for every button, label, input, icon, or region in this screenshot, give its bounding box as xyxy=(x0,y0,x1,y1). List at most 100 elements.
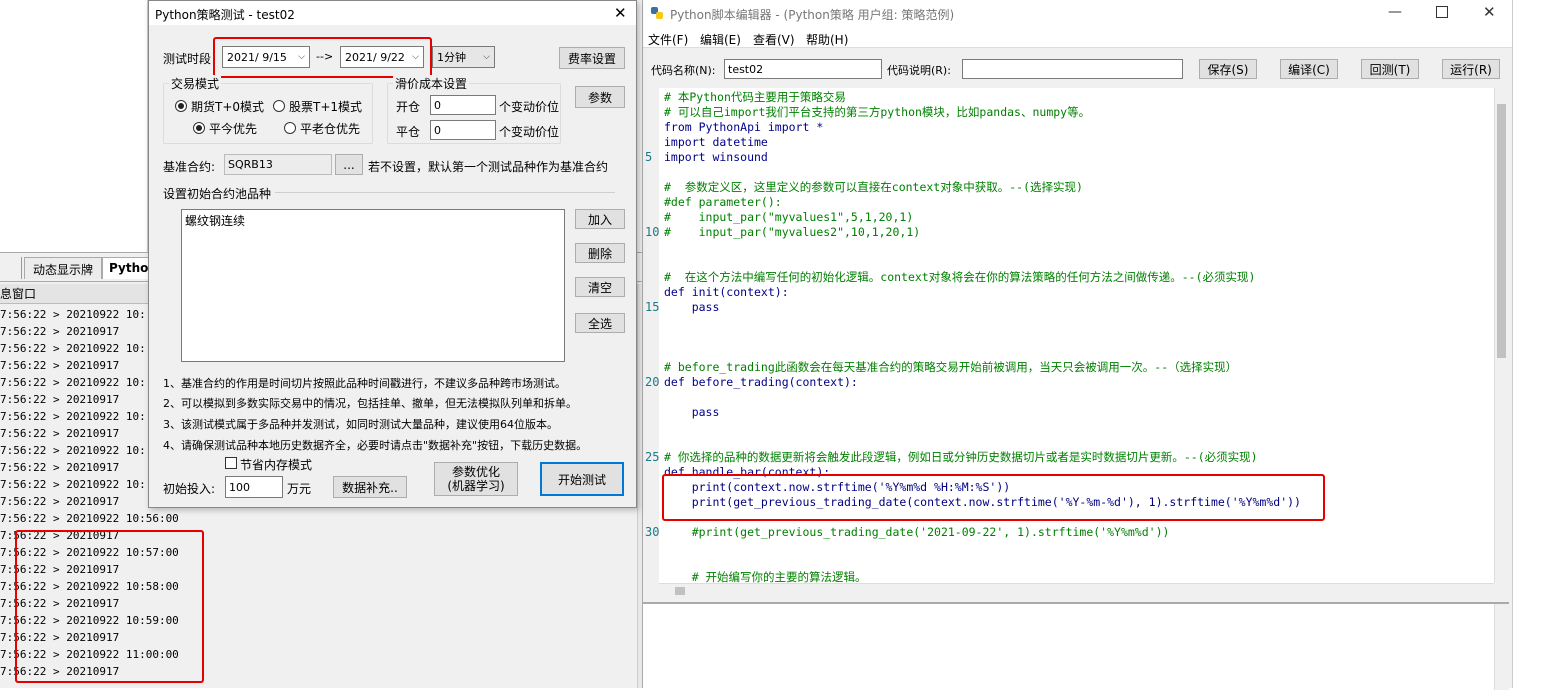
browse-button[interactable]: ... xyxy=(335,154,363,175)
right-edge-pane xyxy=(1512,0,1541,688)
output-pane[interactable] xyxy=(643,602,1509,690)
code-desc-input[interactable] xyxy=(962,59,1183,79)
compile-button[interactable]: 编译(C) xyxy=(1280,59,1338,79)
data-supplement-button[interactable]: 数据补充.. xyxy=(333,476,407,498)
minimize-icon[interactable]: — xyxy=(1388,4,1402,20)
param-optimize-line2: (机器学习) xyxy=(447,479,505,493)
end-date-picker[interactable]: 2021/ 9/22 ⌵ xyxy=(340,46,424,68)
note-4: 4、请确保测试品种本地历史数据齐全，必要时请点击"数据补充"按钮，下载历史数据。 xyxy=(163,439,588,452)
base-contract-hint: 若不设置，默认第一个测试品种作为基准合约 xyxy=(368,160,609,174)
code-line: #print(get_previous_trading_date('2021-0… xyxy=(664,525,1170,539)
dialog-titlebar: Python策略测试 - test02 ✕ xyxy=(149,1,636,25)
note-1: 1、基准合约的作用是时间切片按照此品种时间戳进行，不建议多品种跨市场测试。 xyxy=(163,377,566,390)
pool-divider xyxy=(275,192,615,193)
log-line: 7:56:22 > 20210922 11:00:00 xyxy=(0,648,179,661)
save-button[interactable]: 保存(S) xyxy=(1199,59,1257,79)
unit-wan: 万元 xyxy=(287,482,312,496)
note-3: 3、该测试模式属于多品种并发测试，如同时测试大量品种，建议使用64位版本。 xyxy=(163,418,558,431)
tab-python[interactable]: Python xyxy=(102,257,157,279)
fee-settings-button[interactable]: 费率设置 xyxy=(559,47,625,69)
tab-scroll-left[interactable] xyxy=(0,257,22,279)
log-line: 7:56:22 > 20210917 xyxy=(0,631,120,644)
base-contract-label: 基准合约: xyxy=(163,160,216,174)
start-test-button[interactable]: 开始测试 xyxy=(540,462,624,496)
close-today-radio[interactable] xyxy=(193,122,205,134)
line-number: 25 xyxy=(645,450,660,464)
maximize-icon[interactable] xyxy=(1436,6,1448,18)
close-label: 平仓 xyxy=(396,125,421,139)
code-name-label: 代码名称(N): xyxy=(651,64,716,77)
code-vertical-scrollbar[interactable] xyxy=(1494,88,1508,583)
close-icon[interactable]: ✕ xyxy=(1483,3,1496,21)
end-date-value: 2021/ 9/22 xyxy=(345,50,405,64)
open-slippage-input[interactable]: 0 xyxy=(430,95,496,115)
chevron-down-icon: ⌵ xyxy=(412,52,419,62)
initial-invest-label: 初始投入: xyxy=(163,482,216,496)
code-line: print(get_previous_trading_date(context.… xyxy=(664,495,1301,509)
param-optimize-line1: 参数优化 xyxy=(451,465,500,479)
pool-title: 设置初始合约池品种 xyxy=(163,187,272,201)
code-line: pass xyxy=(664,300,720,314)
code-desc-label: 代码说明(R): xyxy=(887,64,951,77)
close-slippage-input[interactable]: 0 xyxy=(430,120,496,140)
editor-title: Python脚本编辑器 - (Python策略 用户组: 策略范例) xyxy=(670,8,955,22)
list-item[interactable]: 螺纹钢连续 xyxy=(185,212,245,229)
mode-stock-radio[interactable] xyxy=(273,100,285,112)
log-line: 7:56:22 > 20210922 10:57:00 xyxy=(0,546,179,559)
note-2: 2、可以模拟到多数实际交易中的情况，包括挂单、撤单，但无法模拟队列单和拆单。 xyxy=(163,397,577,410)
test-period-label: 测试时段 xyxy=(163,52,212,66)
close-old-label: 平老仓优先 xyxy=(300,122,361,136)
menu-file[interactable]: 文件(F) xyxy=(648,31,688,48)
output-scrollbar[interactable] xyxy=(1494,604,1509,690)
log-line: 7:56:22 > 20210917 xyxy=(0,597,120,610)
chevron-down-icon: ⌵ xyxy=(483,52,490,62)
menu-view[interactable]: 查看(V) xyxy=(753,31,795,48)
start-date-picker[interactable]: 2021/ 9/15 ⌵ xyxy=(222,46,310,68)
backtest-button[interactable]: 回测(T) xyxy=(1361,59,1419,79)
code-horizontal-scrollbar[interactable] xyxy=(659,583,1494,597)
editor-titlebar: Python脚本编辑器 - (Python策略 用户组: 策略范例) — ✕ xyxy=(643,0,1512,28)
line-number: 30 xyxy=(645,525,660,539)
menu-help[interactable]: 帮助(H) xyxy=(806,31,848,48)
initial-invest-input[interactable]: 100 xyxy=(225,476,283,498)
python-icon xyxy=(650,6,664,20)
delete-button[interactable]: 删除 xyxy=(575,243,625,263)
code-hscroll-thumb[interactable] xyxy=(675,587,685,595)
code-name-input[interactable]: test02 xyxy=(724,59,882,79)
base-contract-input[interactable]: SQRB13 xyxy=(224,154,332,175)
tab-dynamic-board[interactable]: 动态显示牌 xyxy=(24,257,102,279)
date-range-arrow: --> xyxy=(316,50,334,63)
param-button[interactable]: 参数 xyxy=(575,86,625,108)
editor-menubar: 文件(F) 编辑(E) 查看(V) 帮助(H) xyxy=(643,28,1512,48)
chevron-down-icon: ⌵ xyxy=(298,52,305,62)
log-line: 7:56:22 > 20210917 xyxy=(0,529,120,542)
code-scroll-thumb[interactable] xyxy=(1497,104,1506,358)
clear-button[interactable]: 清空 xyxy=(575,277,625,297)
memory-mode-label: 节省内存模式 xyxy=(240,458,313,472)
mode-futures-radio[interactable] xyxy=(175,100,187,112)
mode-stock-label: 股票T+1模式 xyxy=(289,100,363,114)
code-line: from PythonApi import * xyxy=(664,120,824,134)
select-all-button[interactable]: 全选 xyxy=(575,313,625,333)
slippage-title: 滑价成本设置 xyxy=(393,75,470,92)
close-old-radio[interactable] xyxy=(284,122,296,134)
code-line: # input_par("myvalues1",5,1,20,1) xyxy=(664,210,914,224)
code-editor[interactable]: # 本Python代码主要用于策略交易 # 可以自己import我们平台支持的第三… xyxy=(659,88,1494,583)
contract-pool-list[interactable]: 螺纹钢连续 xyxy=(181,209,565,362)
run-button[interactable]: 运行(R) xyxy=(1442,59,1500,79)
log-line: 7:56:22 > 20210922 10:59:00 xyxy=(0,614,179,627)
log-line: 7:56:22 > 20210917 xyxy=(0,563,120,576)
code-line: # 在这个方法中编写任何的初始化逻辑。context对象将会在你的算法策略的任何… xyxy=(664,270,1256,284)
menu-edit[interactable]: 编辑(E) xyxy=(700,31,741,48)
line-number: 20 xyxy=(645,375,660,389)
code-line: def init(context): xyxy=(664,285,789,299)
line-number: 15 xyxy=(645,300,660,314)
period-select[interactable]: 1分钟 ⌵ xyxy=(432,46,495,68)
line-number-gutter: 5 10 15 20 25 30 xyxy=(643,88,659,583)
memory-mode-checkbox[interactable] xyxy=(225,457,237,469)
code-line: import winsound xyxy=(664,150,768,164)
open-tick-unit: 个变动价位 xyxy=(499,100,560,114)
dialog-close-icon[interactable]: ✕ xyxy=(614,4,627,22)
param-optimize-button[interactable]: 参数优化 (机器学习) xyxy=(434,462,518,496)
add-button[interactable]: 加入 xyxy=(575,209,625,229)
